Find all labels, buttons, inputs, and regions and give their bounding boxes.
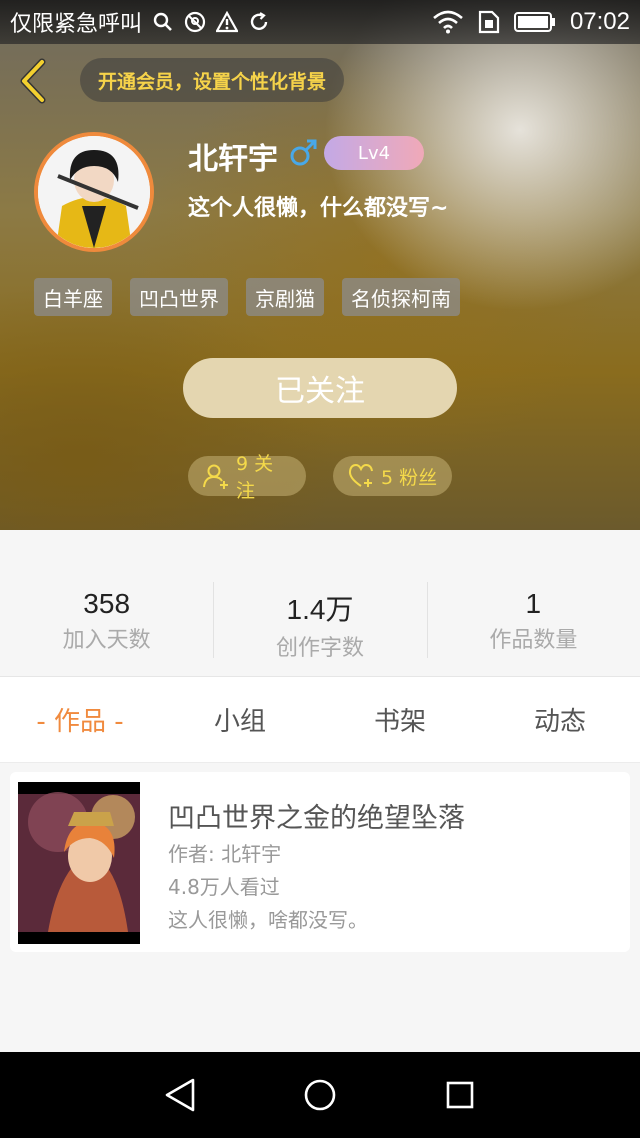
- triangle-back-icon: [165, 1078, 195, 1112]
- work-views: 4.8万人看过: [168, 875, 280, 899]
- system-nav-bar: [0, 1052, 640, 1138]
- profile-header: 仅限紧急呼叫 07:02 开通会员，设置个性化背景 北轩宇 Lv4 这个人很懒，…: [0, 0, 640, 530]
- level-badge: Lv4: [324, 136, 424, 170]
- fans-count-label: 5 粉丝: [381, 466, 438, 489]
- following-button[interactable]: 已关注: [183, 358, 457, 418]
- male-gender-icon: [288, 138, 318, 168]
- stat-value: 1: [525, 588, 542, 619]
- wifi-icon: [432, 10, 464, 34]
- stat-value: 358: [83, 588, 131, 619]
- work-card[interactable]: 凹凸世界之金的绝望坠落 作者: 北轩宇 4.8万人看过 这人很懒，啥都没写。: [10, 772, 630, 952]
- search-icon: [152, 11, 174, 33]
- chevron-left-icon: [20, 58, 46, 104]
- tag-item[interactable]: 白羊座: [34, 278, 112, 316]
- tab-bookshelf[interactable]: 书架: [320, 677, 480, 762]
- following-count-label: 9 关注: [235, 453, 274, 502]
- tab-groups[interactable]: 小组: [160, 677, 320, 762]
- stat-label: 作品数量: [489, 628, 578, 653]
- warning-icon: [216, 11, 239, 33]
- stat-word-count: 1.4万 创作字数: [213, 582, 426, 661]
- fans-count-button[interactable]: 5 粉丝: [333, 456, 452, 496]
- nav-recents-button[interactable]: [440, 1075, 480, 1115]
- heart-plus-icon: [348, 463, 373, 487]
- circle-home-icon: [304, 1079, 336, 1111]
- avatar-image: [38, 136, 150, 248]
- tag-list: 白羊座 凹凸世界 京剧猫 名侦探柯南: [34, 278, 460, 316]
- stat-label: 创作字数: [275, 636, 364, 661]
- work-cover-image: [18, 782, 140, 944]
- nav-home-button[interactable]: [300, 1075, 340, 1115]
- nav-back-button[interactable]: [160, 1075, 200, 1115]
- work-title[interactable]: 凹凸世界之金的绝望坠落: [168, 796, 465, 835]
- sim-icon: [478, 10, 500, 34]
- status-bar: 仅限紧急呼叫 07:02: [0, 0, 640, 44]
- battery-icon: [513, 11, 556, 33]
- carrier-label: 仅限紧急呼叫: [10, 12, 143, 37]
- following-count-button[interactable]: 9 关注: [188, 453, 306, 502]
- work-description: 这人很懒，啥都没写。: [168, 908, 368, 932]
- tab-works[interactable]: - 作品 -: [0, 677, 160, 762]
- avatar[interactable]: [34, 132, 154, 252]
- stats-row: 358 加入天数 1.4万 创作字数 1 作品数量: [0, 582, 640, 661]
- stat-label: 加入天数: [62, 628, 151, 653]
- profile-tabs: - 作品 - 小组 书架 动态: [0, 677, 640, 763]
- tag-item[interactable]: 名侦探柯南: [342, 278, 460, 316]
- vip-background-prompt[interactable]: 开通会员，设置个性化背景: [80, 58, 345, 102]
- square-recents-icon: [446, 1081, 474, 1109]
- stat-works-count: 1 作品数量: [426, 582, 640, 658]
- stat-days-joined: 358 加入天数: [0, 582, 213, 658]
- sync-icon: [248, 11, 270, 33]
- work-author: 作者: 北轩宇: [168, 842, 282, 866]
- add-user-icon: [203, 464, 228, 489]
- tag-item[interactable]: 京剧猫: [246, 278, 324, 316]
- clock: 07:02: [569, 8, 630, 35]
- tag-item[interactable]: 凹凸世界: [130, 278, 228, 316]
- user-bio: 这个人很懒，什么都没写~: [188, 196, 449, 221]
- username: 北轩宇: [188, 142, 278, 177]
- back-button[interactable]: [14, 56, 54, 106]
- no-location-icon: [184, 11, 206, 33]
- tab-activity[interactable]: 动态: [480, 677, 640, 762]
- stat-value: 1.4万: [286, 594, 354, 625]
